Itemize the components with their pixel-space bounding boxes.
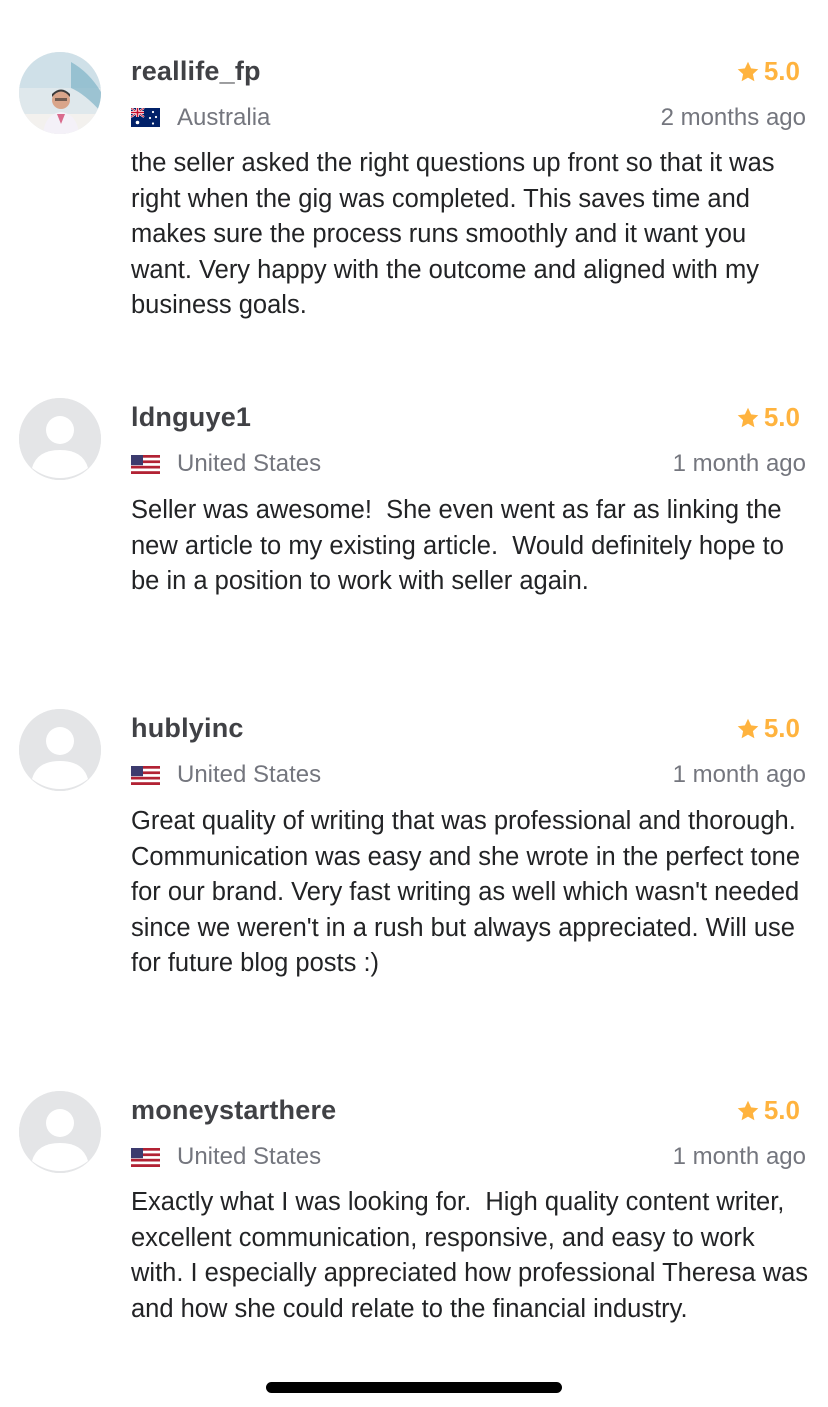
reviewer-username[interactable]: hublyinc	[131, 713, 244, 744]
rating: 5.0	[736, 1095, 800, 1126]
review-text: Seller was awesome! She even went as far…	[131, 496, 792, 595]
review-time: 1 month ago	[672, 450, 806, 477]
home-indicator[interactable]	[266, 1382, 562, 1393]
reviewer-country: United States	[177, 761, 322, 788]
user-avatar-placeholder[interactable]	[19, 1091, 101, 1173]
user-avatar-photo[interactable]	[19, 52, 101, 134]
review-text: Exactly what I was looking for. High qua…	[131, 1188, 816, 1323]
rating-value: 5.0	[763, 713, 800, 743]
reviewer-username[interactable]: ldnguye1	[131, 402, 251, 433]
reviewer-username[interactable]: reallife_fp	[131, 56, 261, 87]
review-time: 2 months ago	[660, 104, 806, 131]
star-icon	[737, 1100, 759, 1120]
us-flag-icon	[131, 766, 160, 785]
user-avatar-placeholder[interactable]	[19, 709, 101, 791]
star-icon	[737, 61, 759, 81]
rating-value: 5.0	[763, 56, 800, 86]
user-avatar-placeholder[interactable]	[19, 398, 101, 480]
us-flag-icon	[131, 455, 160, 474]
rating-value: 5.0	[763, 402, 800, 432]
reviewer-username[interactable]: moneystarthere	[131, 1095, 336, 1126]
review-text: the seller asked the right questions up …	[131, 149, 782, 319]
rating: 5.0	[736, 713, 800, 744]
star-icon	[737, 718, 759, 738]
reviewer-country: United States	[177, 450, 322, 477]
review-time: 1 month ago	[672, 761, 806, 788]
review-time: 1 month ago	[672, 1143, 806, 1170]
australia-flag-icon	[131, 108, 160, 127]
review-text: Great quality of writing that was profes…	[131, 807, 808, 977]
star-icon	[737, 407, 759, 427]
rating: 5.0	[736, 402, 800, 433]
reviewer-country: United States	[177, 1143, 322, 1170]
reviewer-country: Australia	[177, 104, 271, 131]
rating: 5.0	[736, 56, 800, 87]
rating-value: 5.0	[763, 1095, 800, 1125]
us-flag-icon	[131, 1148, 160, 1167]
